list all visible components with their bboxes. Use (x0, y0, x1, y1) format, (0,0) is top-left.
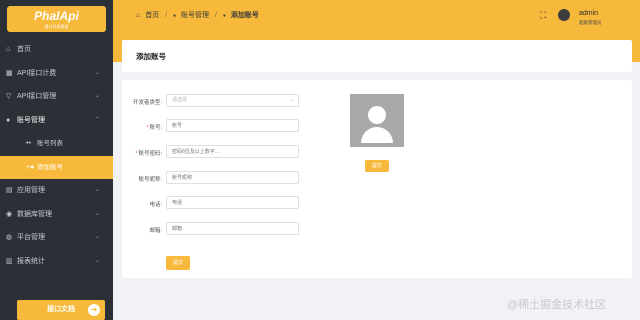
user-plus-icon: +● (26, 163, 35, 171)
password-input[interactable] (166, 145, 299, 158)
sidebar-item-label: 添加账号 (37, 163, 63, 171)
add-account-form: 开发者类型: 请选择 ⌄ *账号: *账号密码: 账号昵称: 电话: 邮箱: 提… (122, 80, 632, 278)
phone-input[interactable] (166, 196, 299, 209)
sidebar-item-api-billing[interactable]: ▦ API接口计费 ⌄ (0, 62, 113, 86)
nickname-label: 账号昵称: (138, 177, 162, 183)
chevron-down-icon: ⌄ (94, 93, 100, 99)
password-label: *账号密码: (135, 151, 162, 157)
sidebar-item-account-management[interactable]: ● 账号管理 ⌃ (0, 109, 113, 133)
sidebar-item-label: 报表统计 (17, 257, 45, 265)
user-name[interactable]: admin (579, 10, 598, 17)
chevron-down-icon: ⌄ (94, 257, 100, 264)
breadcrumb: ⌂ 首页 / ● 账号管理 / ● 添加账号 (136, 10, 259, 22)
sidebar-item-label: 数据库管理 (17, 210, 52, 218)
chevron-up-icon: ⌃ (94, 116, 100, 123)
cart-icon: ▦ (6, 69, 13, 77)
user-icon: ● (6, 116, 11, 124)
user-plus-icon: ● (222, 13, 226, 19)
avatar-placeholder-image (350, 94, 404, 147)
sidebar-item-database-management[interactable]: ◉ 数据库管理 ⌄ (0, 203, 113, 227)
home-icon: ⌂ (136, 12, 141, 19)
fullscreen-icon[interactable]: ⛶ (537, 9, 549, 21)
breadcrumb-separator: / (165, 12, 168, 19)
breadcrumb-home[interactable]: 首页 (145, 10, 159, 22)
developer-type-label: 开发者类型: (132, 100, 162, 106)
avatar-body-shape (361, 127, 393, 143)
sidebar-item-api-management[interactable]: ▽ API接口管理 ⌄ (0, 85, 113, 109)
avatar-head-shape (368, 106, 386, 124)
page-title: 添加账号 (136, 52, 166, 61)
chevron-down-icon: ⌄ (94, 210, 100, 217)
breadcrumb-separator: / (214, 12, 217, 19)
globe-icon: ◍ (6, 234, 13, 241)
sidebar-menu: ⌂ 首页 ▦ API接口计费 ⌄ ▽ API接口管理 ⌄ ● 账号管理 ⌃ ••… (0, 38, 113, 273)
home-icon: ⌂ (6, 46, 11, 53)
database-icon: ◉ (6, 210, 13, 218)
nickname-input[interactable] (166, 171, 299, 184)
chevron-down-icon: ⌄ (289, 97, 294, 103)
chart-icon: ▥ (6, 257, 13, 265)
sidebar-item-add-account[interactable]: +● 添加账号 (0, 155, 113, 179)
chevron-down-icon: ⌄ (94, 187, 100, 193)
api-docs-button[interactable]: 接口文档 ➔ (17, 300, 105, 320)
app-logo[interactable]: PhalApi 接口开发框架 (7, 6, 106, 32)
breadcrumb-current: 添加账号 (230, 12, 259, 19)
logo-subtitle: 接口开发框架 (44, 24, 69, 29)
chevron-down-icon: ⌄ (94, 234, 100, 240)
sidebar-item-account-list[interactable]: •• 账号列表 (0, 132, 113, 156)
submit-button[interactable]: 提交 (166, 256, 190, 270)
sidebar-item-label: API接口计费 (17, 69, 57, 77)
arrow-right-icon: ➔ (88, 304, 100, 316)
user-role: 超级管理员 (579, 20, 602, 25)
email-input[interactable] (166, 222, 299, 235)
account-label: *账号: (146, 125, 162, 131)
sidebar-item-label: 平台管理 (17, 234, 45, 241)
watermark: @稀土掘金技术社区 (507, 299, 607, 311)
avatar[interactable] (558, 9, 570, 21)
sidebar-item-label: 账号管理 (17, 116, 45, 124)
upload-avatar-button[interactable]: 提交 (365, 160, 389, 172)
sidebar-item-label: API接口管理 (17, 93, 57, 100)
sidebar-item-home[interactable]: ⌂ 首页 (0, 38, 113, 62)
user-icon: ● (173, 13, 177, 19)
sidebar-item-reports[interactable]: ▥ 报表统计 ⌄ (0, 250, 113, 274)
sidebar: PhalApi 接口开发框架 ⌂ 首页 ▦ API接口计费 ⌄ ▽ API接口管… (0, 0, 113, 320)
grid-icon: ▤ (6, 187, 13, 194)
select-placeholder: 请选择 (172, 97, 188, 103)
sidebar-item-label: 账号列表 (37, 140, 63, 147)
breadcrumb-account-management[interactable]: 账号管理 (181, 10, 209, 22)
developer-type-select[interactable]: 请选择 ⌄ (166, 94, 299, 107)
account-input[interactable] (166, 119, 299, 132)
sidebar-item-app-management[interactable]: ▤ 应用管理 ⌄ (0, 179, 113, 203)
sidebar-item-platform-management[interactable]: ◍ 平台管理 ⌄ (0, 226, 113, 250)
page-title-card: 添加账号 (122, 40, 632, 72)
users-icon: •• (26, 140, 31, 147)
logo-text: PhalApi (34, 9, 79, 23)
api-docs-label: 接口文档 (47, 306, 75, 313)
email-label: 邮箱: (149, 228, 162, 234)
sidebar-item-label: 应用管理 (17, 187, 45, 194)
phone-label: 电话: (149, 202, 162, 208)
chevron-down-icon: ⌄ (94, 69, 100, 76)
funnel-icon: ▽ (6, 93, 12, 100)
sidebar-item-label: 首页 (17, 46, 31, 53)
